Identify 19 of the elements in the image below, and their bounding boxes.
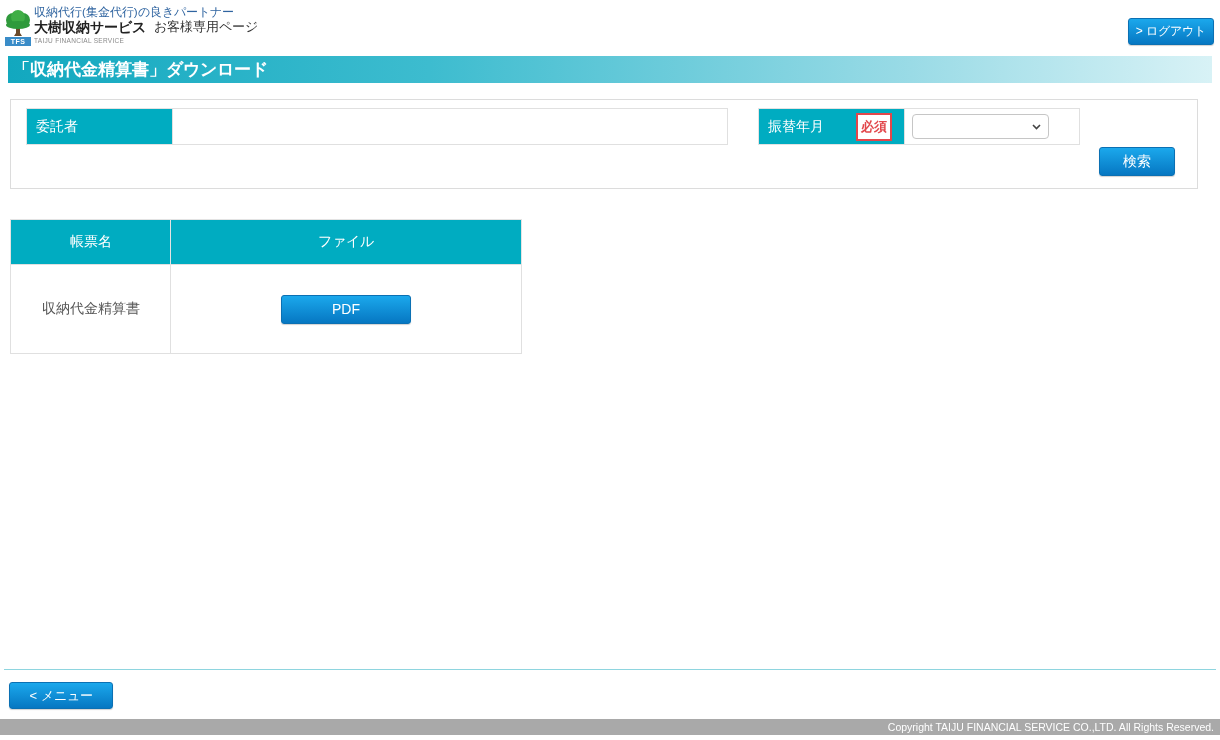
column-header: ファイル [170,219,522,265]
month-select[interactable] [912,114,1049,139]
logout-button[interactable]: > ログアウト [1128,18,1214,45]
search-button[interactable]: 検索 [1099,147,1175,176]
chevron-down-icon [1032,123,1041,130]
page-name: お客様専用ページ [154,19,258,36]
menu-button[interactable]: < メニュー [9,682,113,709]
field-label: 振替年月 [768,117,824,136]
footer-copyright: Copyright TAIJU FINANCIAL SERVICE CO.,LTD. All Rights Reserved. [0,719,1220,735]
required-badge: 必須 [856,112,892,141]
table-cell: 収納代金精算書 [10,264,171,354]
field-label: 委託者 [36,117,78,136]
page-title: 「収納代金精算書」ダウンロード [8,56,1212,83]
brand-tagline: 収納代行(集金代行)の良きパートナー [34,5,235,19]
brand-name: 大樹収納サービス [34,19,146,36]
column-header: 帳票名 [10,219,171,265]
tree-icon [6,10,30,36]
text-field[interactable] [172,108,728,145]
pdf-button[interactable]: PDF [281,294,411,324]
